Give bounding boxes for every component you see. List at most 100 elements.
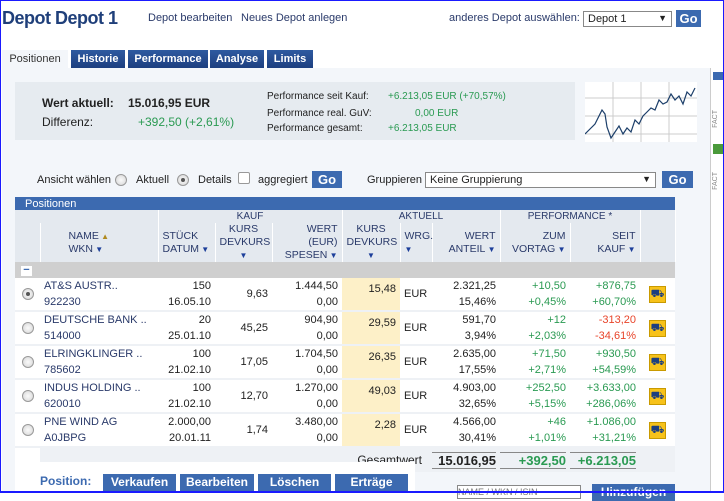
tab-positionen[interactable]: Positionen (2, 50, 68, 68)
shopping-cart-icon[interactable]: ⛟ (649, 353, 666, 371)
sort-icon[interactable]: ▼ (199, 245, 209, 254)
column-header-label: ZUM (542, 229, 566, 242)
wert-aktuell: 591,70 (462, 314, 496, 326)
edit-depot-link[interactable]: Depot bearbeiten (148, 12, 232, 24)
side-fact-label[interactable]: FACT (712, 172, 719, 190)
sort-icon[interactable]: ▼ (555, 245, 566, 254)
row-select-radio[interactable] (21, 390, 34, 403)
column-header-label: KURS (228, 223, 259, 235)
table-row: DEUTSCHE BANK .. 514000 20 25.01.10 45,25 … (15, 311, 676, 346)
sort-icon[interactable]: ▼ (405, 245, 413, 254)
side-panel-icon[interactable] (713, 72, 723, 80)
depot-select[interactable]: Depot 1 ▼ (583, 11, 672, 27)
waehrung: EUR (400, 379, 432, 414)
stock-name-link[interactable]: PNE WIND AG (44, 416, 117, 428)
sort-icon[interactable]: ▼ (367, 251, 375, 260)
stock-name-link[interactable]: ELRINGKLINGER .. (44, 348, 142, 360)
shopping-cart-icon[interactable]: ⛟ (649, 421, 666, 439)
collapse-button[interactable]: − (21, 265, 32, 276)
shopping-cart-icon[interactable]: ⛟ (649, 387, 666, 405)
column-header[interactable]: KURS DEVKURS ▼ (215, 223, 273, 262)
bearbeiten-button[interactable]: Bearbeiten (180, 474, 254, 491)
tab-limits[interactable]: Limits (267, 50, 313, 68)
wkn: 620010 (44, 398, 81, 410)
column-header[interactable]: STÜCK DATUM ▼ (158, 223, 216, 262)
sort-asc-icon[interactable]: ▲ (99, 232, 109, 241)
group-select[interactable]: Keine Gruppierung ▼ (425, 172, 656, 188)
column-header[interactable]: ZUM VORTAG ▼ (500, 223, 571, 262)
group-select-value: Keine Gruppierung (430, 174, 523, 186)
aggregiert-checkbox[interactable] (238, 172, 250, 184)
side-toolbar: FACT FACT (710, 68, 724, 493)
verkaufen-button[interactable]: Verkaufen (103, 474, 176, 491)
kurs-kauf: 12,70 (215, 379, 272, 414)
wkn: 922230 (44, 296, 81, 308)
column-header[interactable]: WERT (EUR) SPESEN ▼ (272, 223, 343, 262)
tab-performance[interactable]: Performance (128, 50, 208, 68)
anteil: 17,55% (458, 364, 496, 376)
wert-kauf: 904,90 (304, 314, 338, 326)
wkn: A0JBPG (44, 432, 87, 444)
shopping-cart-icon[interactable]: ⛟ (649, 285, 666, 303)
tab-historie[interactable]: Historie (71, 50, 125, 68)
group-label: Gruppieren (367, 174, 423, 186)
total-value: 15.016,95 (432, 451, 496, 469)
column-header[interactable]: NAME ▲ WKN ▼ (40, 223, 159, 262)
spesen: 0,00 (316, 296, 338, 308)
depot-sparkline-chart[interactable] (585, 82, 697, 142)
kurs-kauf: 9,63 (215, 278, 272, 312)
wert-aktuell: 4.903,00 (453, 382, 496, 394)
sort-icon[interactable]: ▼ (93, 245, 103, 254)
sort-icon[interactable]: ▼ (240, 251, 248, 260)
side-fact-label[interactable]: FACT (712, 110, 719, 128)
tab-analyse[interactable]: Analyse (210, 50, 264, 68)
group-go-button[interactable]: Go (662, 171, 693, 188)
column-header-label: WKN (68, 242, 94, 255)
stock-name-link[interactable]: DEUTSCHE BANK .. (44, 314, 147, 326)
ertraege-button[interactable]: Erträge (335, 474, 408, 491)
aggregiert-label: aggregiert (258, 174, 308, 186)
diff-label: Differenz: (42, 115, 94, 129)
side-excel-icon[interactable] (713, 144, 723, 154)
depot-go-button[interactable]: Go (676, 10, 701, 27)
perf-vortag-pct: +1,01% (528, 432, 566, 444)
wert-kauf: 1.704,50 (295, 348, 338, 360)
view-aktuell-radio[interactable] (115, 174, 127, 186)
sort-icon[interactable]: ▼ (485, 245, 496, 254)
add-position-search-input[interactable] (457, 485, 581, 499)
column-header-label: SPESEN (284, 249, 328, 261)
view-details-radio[interactable] (177, 174, 189, 186)
total-vortag: +392,50 (500, 451, 566, 469)
wert-value: 15.016,95 EUR (128, 96, 211, 110)
kurs-aktuell: 2,28 (342, 413, 400, 448)
waehrung: EUR (400, 311, 432, 346)
column-header[interactable]: WRG. ▼ (400, 223, 433, 262)
sort-icon[interactable]: ▼ (625, 245, 636, 254)
column-header[interactable]: KURS DEVKURS ▼ (342, 223, 401, 262)
anteil: 32,65% (458, 398, 496, 410)
stock-name-link[interactable]: INDUS HOLDING .. (44, 382, 141, 394)
depot-select-value: Depot 1 (588, 13, 627, 25)
wert-kauf: 1.270,00 (295, 382, 338, 394)
loeschen-button[interactable]: Löschen (258, 474, 331, 491)
new-depot-link[interactable]: Neues Depot anlegen (241, 12, 347, 24)
view-go-button[interactable]: Go (312, 171, 342, 188)
row-select-radio[interactable] (21, 288, 34, 301)
view-label: Ansicht wählen (37, 174, 111, 186)
depot-select-label: anderes Depot auswählen: (449, 12, 580, 24)
row-select-radio[interactable] (21, 356, 34, 369)
stock-name-link[interactable]: AT&S AUSTR.. (44, 280, 118, 292)
wert-label: Wert aktuell: (42, 96, 114, 110)
row-select-radio[interactable] (21, 424, 34, 437)
wert-aktuell: 2.635,00 (453, 348, 496, 360)
perf-vortag-pct: +2,03% (528, 330, 566, 342)
column-header-label: VORTAG (511, 242, 556, 255)
datum: 20.01.11 (168, 432, 211, 444)
column-header[interactable]: SEIT KAUF ▼ (570, 223, 641, 262)
column-header-label: STÜCK (162, 229, 199, 242)
shopping-cart-icon[interactable]: ⛟ (649, 319, 666, 337)
row-select-radio[interactable] (21, 322, 34, 335)
sort-icon[interactable]: ▼ (327, 251, 338, 260)
perf-label: Performance real. GuV: (267, 108, 372, 119)
column-header[interactable]: WERT ANTEIL ▼ (432, 223, 501, 262)
